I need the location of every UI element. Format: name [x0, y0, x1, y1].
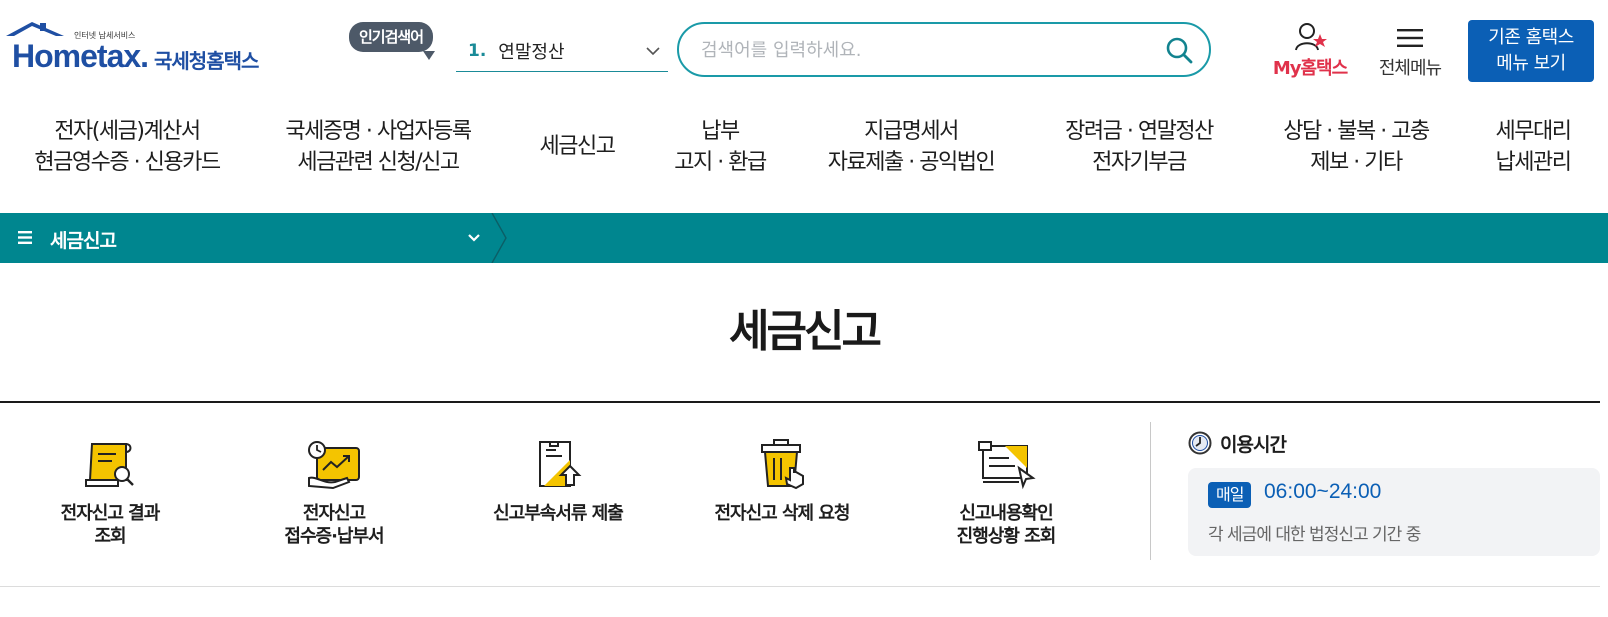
gnb-item-line2: 현금영수증 · 신용카드	[34, 150, 221, 175]
title-divider	[0, 401, 1600, 403]
usage-time-heading: 이용시간	[1188, 428, 1287, 458]
gnb-item-line2: 고지 · 환급	[674, 150, 767, 175]
quick-label-line1: 전자신고	[302, 503, 366, 524]
gnb-item-line2: 제보 · 기타	[1310, 150, 1403, 175]
my-hometax-label: My홈택스	[1272, 58, 1348, 79]
all-menu-button[interactable]: 전체메뉴	[1368, 22, 1452, 82]
document-upload-icon	[539, 441, 582, 487]
old-hometax-menu-button[interactable]: 기존 홈택스 메뉴 보기	[1468, 20, 1594, 82]
quick-label-line2: 접수증·납부서	[284, 526, 384, 547]
gnb-item-tax-return[interactable]: 세금신고	[526, 116, 628, 178]
main-navigation: 전자(세금)계산서 현금영수증 · 신용카드 국세증명 · 사업자등록 세금관련…	[0, 116, 1608, 196]
hamburger-menu-icon	[1397, 29, 1423, 47]
menu-list-icon	[18, 231, 32, 244]
search-input[interactable]	[701, 36, 1141, 64]
quick-label-line2: 조회	[94, 526, 126, 547]
gnb-item-line1: 납부	[701, 119, 740, 144]
usage-time-box: 매일 06:00~24:00 각 세금에 대한 법정신고 기간 중	[1188, 468, 1600, 556]
popular-search-select[interactable]: 1. 연말정산	[456, 30, 668, 72]
quick-label-line1: 전자신고 결과	[60, 503, 161, 524]
popular-search-badge: 인기검색어	[349, 22, 436, 60]
search-box	[677, 22, 1211, 77]
chevron-down-icon[interactable]	[644, 42, 662, 60]
quick-progress-check[interactable]: 신고내용확인 진행상황 조회	[906, 432, 1106, 562]
gnb-item-tax-agent[interactable]: 세무대리 납세관리	[1486, 116, 1580, 178]
gnb-item-line2: 자료제출 · 공익법인	[827, 150, 996, 175]
old-hometax-menu-line2: 메뉴 보기	[1496, 53, 1566, 74]
gnb-item-line1: 전자(세금)계산서	[54, 119, 201, 144]
trash-delete-icon	[761, 439, 804, 490]
usage-time-title: 이용시간	[1220, 433, 1287, 456]
usage-hours: 06:00~24:00	[1264, 480, 1382, 503]
usage-description: 각 세금에 대한 법정신고 기간 중	[1208, 525, 1421, 545]
gnb-item-line1: 상담 · 불복 · 고충	[1283, 119, 1430, 144]
gnb-item-line1: 세금신고	[539, 134, 616, 159]
breadcrumb-menu-selector[interactable]: 세금신고	[0, 213, 506, 263]
gnb-item-line1: 세무대리	[1495, 119, 1572, 144]
gnb-item-line2: 전자기부금	[1092, 150, 1187, 175]
gnb-item-payment[interactable]: 납부 고지 · 환급	[664, 116, 776, 178]
user-star-icon	[1295, 23, 1327, 51]
gnb-item-line2: 납세관리	[1495, 150, 1572, 175]
bottom-divider	[0, 586, 1600, 587]
clock-icon	[1188, 431, 1212, 455]
quick-e-filing-receipt[interactable]: 전자신고 접수증·납부서	[234, 432, 434, 562]
section-divider	[1150, 422, 1151, 560]
breadcrumb: 세금신고	[0, 213, 1608, 263]
receipt-chart-icon	[308, 441, 360, 490]
usage-daily-badge: 매일	[1208, 482, 1252, 508]
popular-search-term[interactable]: 연말정산	[498, 38, 564, 64]
gnb-item-incentive[interactable]: 장려금 · 연말정산 전자기부금	[1048, 116, 1230, 178]
popular-search-rank: 1.	[468, 40, 487, 61]
progress-check-icon	[978, 441, 1036, 490]
gnb-item-payment-statement[interactable]: 지급명세서 자료제출 · 공익법인	[818, 116, 1004, 178]
logo-brand-ko: 국세청홈택스	[154, 49, 259, 73]
gnb-item-certificate[interactable]: 국세증명 · 사업자등록 세금관련 신청/신고	[276, 116, 480, 178]
gnb-item-line2: 세금관련 신청/신고	[297, 150, 460, 175]
all-menu-label: 전체메뉴	[1378, 58, 1442, 79]
quick-e-filing-delete[interactable]: 전자신고 삭제 요청	[682, 432, 882, 562]
quick-label-line1: 신고부속서류 제출	[493, 503, 624, 524]
gnb-item-e-invoice[interactable]: 전자(세금)계산서 현금영수증 · 신용카드	[24, 116, 230, 178]
quick-label-line1: 전자신고 삭제 요청	[714, 503, 850, 524]
quick-label-line2: 진행상황 조회	[956, 526, 1057, 547]
search-icon[interactable]	[1165, 36, 1193, 64]
hometax-logo[interactable]: 인터넷 납세서비스 Hometax. 국세청홈택스	[4, 20, 274, 76]
gnb-item-consultation[interactable]: 상담 · 불복 · 고충 제보 · 기타	[1268, 116, 1444, 178]
site-header: 인터넷 납세서비스 Hometax. 국세청홈택스 인기검색어 1. 연말정산 …	[0, 0, 1608, 96]
logo-brand-en: Hometax.	[12, 38, 149, 74]
my-hometax-button[interactable]: My홈택스	[1262, 22, 1358, 82]
quick-label-line1: 신고내용확인	[959, 503, 1053, 524]
quick-attachment-submit[interactable]: 신고부속서류 제출	[458, 432, 658, 562]
gnb-item-line1: 장려금 · 연말정산	[1065, 119, 1214, 144]
page-title: 세금신고	[729, 306, 882, 357]
chevron-down-icon[interactable]	[467, 231, 481, 245]
gnb-item-line1: 지급명세서	[864, 119, 959, 144]
document-search-icon	[85, 443, 134, 487]
breadcrumb-separator-icon	[491, 213, 507, 263]
breadcrumb-label: 세금신고	[50, 230, 117, 252]
gnb-item-line1: 국세증명 · 사업자등록	[285, 119, 472, 144]
quick-e-filing-result[interactable]: 전자신고 결과 조회	[10, 432, 210, 562]
old-hometax-menu-line1: 기존 홈택스	[1488, 27, 1574, 48]
